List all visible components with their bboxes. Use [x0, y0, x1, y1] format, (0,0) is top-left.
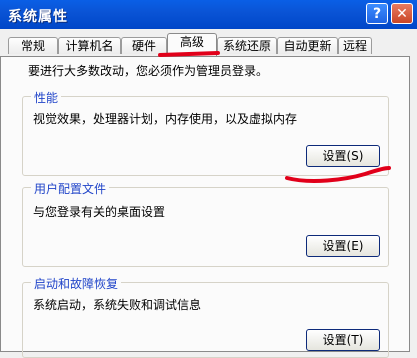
group-user-profiles-legend: 用户配置文件 — [31, 180, 110, 197]
group-startup-recovery-legend: 启动和故障恢复 — [31, 275, 122, 292]
tab-hardware[interactable]: 硬件 — [121, 37, 167, 54]
group-startup-recovery-description: 系统启动，系统失败和调试信息 — [33, 298, 202, 312]
tab-general[interactable]: 常规 — [8, 37, 58, 54]
user-profiles-settings-button[interactable]: 设置(E) — [306, 235, 380, 257]
group-performance-description: 视觉效果，处理器计划，内存使用，以及虚拟内存 — [33, 112, 298, 126]
close-button[interactable]: ✕ — [391, 3, 413, 24]
tab-computer-name[interactable]: 计算机名 — [58, 37, 121, 54]
group-startup-recovery: 启动和故障恢复 系统启动，系统失败和调试信息 设置(T) — [22, 275, 389, 358]
admin-notice: 要进行大多数改动，您必须作为管理员登录。 — [28, 64, 269, 78]
group-user-profiles: 用户配置文件 与您登录有关的桌面设置 设置(E) — [22, 180, 389, 267]
title-bar: 系统属性 ? ✕ — [0, 0, 417, 30]
tab-automatic-updates[interactable]: 自动更新 — [277, 37, 338, 54]
window-title: 系统属性 — [8, 9, 68, 25]
group-user-profiles-description: 与您登录有关的桌面设置 — [33, 205, 166, 219]
tab-system-restore[interactable]: 系统还原 — [217, 37, 277, 54]
startup-recovery-settings-button[interactable]: 设置(T) — [306, 329, 380, 351]
tab-remote[interactable]: 远程 — [338, 37, 372, 54]
red-scribble-annotation — [285, 166, 391, 183]
group-performance-legend: 性能 — [31, 89, 62, 106]
help-button[interactable]: ? — [366, 3, 388, 24]
